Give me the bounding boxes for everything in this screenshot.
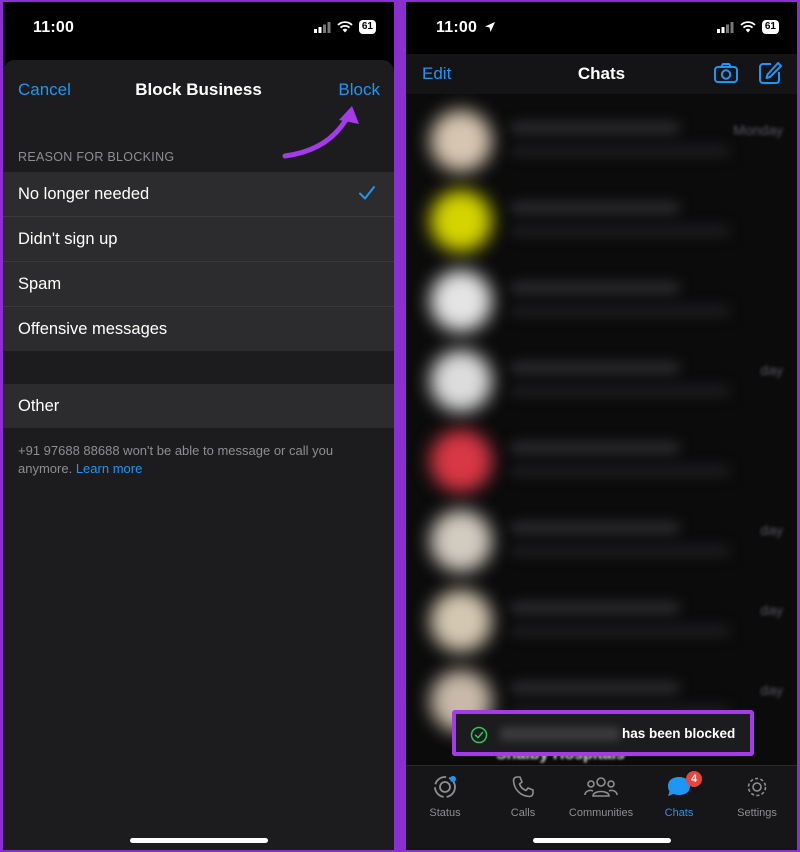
home-indicator bbox=[129, 838, 268, 843]
status-icon bbox=[434, 776, 456, 798]
reason-row-didnt-sign-up[interactable]: Didn't sign up bbox=[3, 217, 394, 262]
check-circle-icon bbox=[470, 726, 488, 744]
blurred-chat-name bbox=[510, 682, 680, 694]
block-business-screen: 11:00 61 Cancel Block Business Block REA… bbox=[3, 2, 394, 850]
reason-label: No longer needed bbox=[18, 185, 150, 203]
chat-row[interactable] bbox=[406, 420, 797, 500]
status-icons: 61 bbox=[716, 20, 779, 34]
reason-label: Other bbox=[18, 397, 60, 415]
chat-row[interactable]: day bbox=[406, 500, 797, 580]
avatar bbox=[430, 190, 492, 252]
annotation-arrow-icon bbox=[282, 106, 359, 159]
tab-label: Calls bbox=[510, 807, 536, 819]
location-arrow-icon bbox=[484, 22, 495, 32]
tab-chats[interactable]: 4 Chats bbox=[642, 771, 716, 819]
chat-row[interactable] bbox=[406, 180, 797, 260]
blurred-chat-name bbox=[510, 282, 680, 294]
block-sheet: Cancel Block Business Block REASON FOR B… bbox=[3, 60, 394, 850]
tab-label: Status bbox=[429, 807, 461, 819]
chat-day: day bbox=[760, 682, 783, 698]
tab-calls[interactable]: Calls bbox=[486, 774, 560, 819]
blurred-chat-name bbox=[510, 362, 680, 374]
blurred-chat-preview bbox=[510, 226, 730, 236]
tab-status[interactable]: Status bbox=[408, 774, 482, 819]
status-bar: 11:00 61 bbox=[406, 2, 797, 54]
gear-icon bbox=[747, 777, 767, 797]
reason-list: No longer needed Didn't sign up Spam Off… bbox=[3, 172, 394, 351]
battery-indicator: 61 bbox=[358, 20, 376, 34]
status-icons: 61 bbox=[313, 20, 376, 34]
chats-screen: 11:00 61 Edit Chats Shalby Hospitals Mon… bbox=[406, 2, 797, 850]
blurred-chat-preview bbox=[510, 146, 730, 156]
chat-day: day bbox=[760, 362, 783, 378]
camera-icon[interactable] bbox=[713, 60, 739, 86]
tab-settings[interactable]: Settings bbox=[720, 774, 794, 819]
status-bar: 11:00 61 bbox=[3, 2, 394, 54]
sheet-title: Block Business bbox=[135, 80, 262, 99]
blurred-contact-name bbox=[500, 727, 620, 741]
blurred-chat-preview bbox=[510, 306, 730, 316]
blurred-chat-name bbox=[510, 522, 680, 534]
compose-icon[interactable] bbox=[757, 60, 783, 86]
toast-text: has been blocked bbox=[622, 726, 736, 741]
reason-row-offensive-messages[interactable]: Offensive messages bbox=[3, 307, 394, 351]
reason-row-no-longer-needed[interactable]: No longer needed bbox=[3, 172, 394, 217]
blurred-chat-name bbox=[510, 122, 680, 134]
battery-indicator: 61 bbox=[761, 20, 779, 34]
tab-label: Communities bbox=[568, 807, 634, 819]
other-group: Other bbox=[3, 384, 394, 428]
chat-row[interactable]: Monday bbox=[406, 100, 797, 180]
signal-icon bbox=[313, 21, 331, 33]
avatar bbox=[430, 350, 492, 412]
signal-icon bbox=[716, 21, 734, 33]
wifi-icon bbox=[337, 21, 353, 33]
wifi-icon bbox=[740, 21, 756, 33]
reason-label: Spam bbox=[18, 275, 62, 293]
blurred-chat-preview bbox=[510, 386, 730, 396]
reason-label: Didn't sign up bbox=[18, 230, 118, 248]
reason-row-other[interactable]: Other bbox=[3, 384, 394, 428]
blurred-chat-preview bbox=[510, 546, 730, 556]
tab-communities[interactable]: Communities bbox=[564, 774, 638, 819]
chat-day: Monday bbox=[733, 122, 783, 138]
phone-icon bbox=[512, 776, 534, 798]
tab-label: Chats bbox=[664, 807, 694, 819]
blurred-chat-name bbox=[510, 602, 680, 614]
reason-label: Offensive messages bbox=[18, 320, 168, 338]
chat-day: day bbox=[760, 522, 783, 538]
block-button[interactable]: Block bbox=[338, 80, 380, 100]
blurred-chat-preview bbox=[510, 466, 730, 476]
chat-day: day bbox=[760, 602, 783, 618]
checkmark-icon bbox=[359, 186, 375, 200]
avatar bbox=[430, 590, 492, 652]
reason-row-spam[interactable]: Spam bbox=[3, 262, 394, 307]
avatar bbox=[430, 510, 492, 572]
learn-more-link[interactable]: Learn more bbox=[76, 461, 142, 476]
home-indicator bbox=[532, 838, 671, 843]
footnote-text: +91 97688 88688 won't be able to message… bbox=[18, 443, 334, 476]
chat-row[interactable]: day bbox=[406, 580, 797, 660]
reason-section-header: REASON FOR BLOCKING bbox=[18, 150, 175, 164]
tab-label: Settings bbox=[737, 807, 777, 819]
status-time: 11:00 bbox=[436, 19, 496, 37]
status-time: 11:00 bbox=[33, 19, 75, 36]
communities-icon bbox=[584, 777, 618, 797]
chats-header: Edit Chats bbox=[406, 54, 797, 94]
chat-row[interactable]: day bbox=[406, 340, 797, 420]
blurred-chat-name bbox=[510, 202, 680, 214]
chat-list[interactable]: Shalby Hospitals Mondaydaydaydayday bbox=[406, 94, 797, 766]
avatar bbox=[430, 110, 492, 172]
blocked-toast: has been blocked bbox=[452, 710, 754, 756]
chat-row[interactable] bbox=[406, 260, 797, 340]
blurred-chat-preview bbox=[510, 626, 730, 636]
avatar bbox=[430, 270, 492, 332]
block-footnote: +91 97688 88688 won't be able to message… bbox=[18, 442, 370, 478]
unread-badge: 4 bbox=[686, 771, 702, 787]
blurred-chat-name bbox=[510, 442, 680, 454]
avatar bbox=[430, 430, 492, 492]
